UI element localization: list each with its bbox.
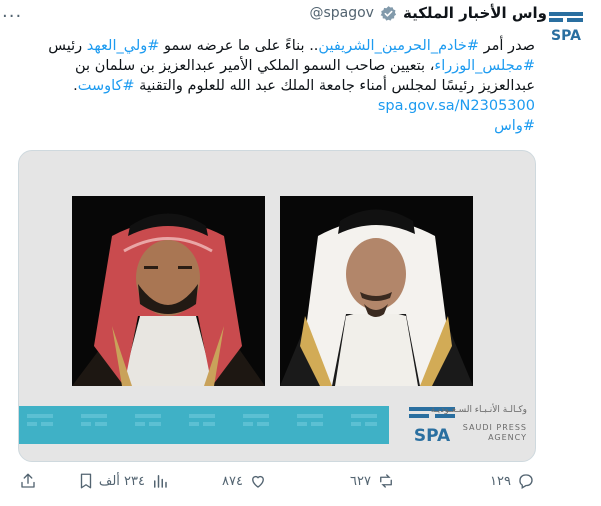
views-icon	[154, 475, 167, 488]
bookmark-icon	[80, 473, 92, 489]
more-options-icon[interactable]: ···	[2, 6, 22, 27]
avatar[interactable]: SPA	[545, 6, 587, 48]
retweet-icon	[380, 474, 392, 488]
like-count: ٨٧٤	[222, 473, 243, 489]
tweet-text-segment: صدر أمر	[479, 38, 535, 54]
views-count: ٢٣٤ ألف	[98, 473, 145, 489]
heart-icon	[252, 475, 264, 488]
tweet-line-1: صدر أمر #خادم_الحرمين_الشريفين.. بناءً ع…	[22, 36, 535, 56]
verified-badge-icon	[380, 5, 397, 21]
tweet-text-segment: .. بناءً على ما عرضه سمو	[159, 38, 319, 54]
share-icon	[21, 473, 35, 488]
tweet-card[interactable]: SPA واس الأخبار الملكية @spagov ··· صدر …	[0, 0, 601, 506]
share-button[interactable]	[19, 472, 37, 490]
hashtag-link[interactable]: #ولي_العهد	[87, 38, 160, 54]
tweet-text-segment: عبدالعزيز رئيسًا لمجلس أمناء جامعة الملك…	[134, 78, 535, 94]
handle[interactable]: @spagov	[309, 5, 374, 21]
tweet-text: صدر أمر #خادم_الحرمين_الشريفين.. بناءً ع…	[22, 36, 535, 136]
retweet-button[interactable]: ٦٢٧	[350, 472, 395, 490]
hashtag-link[interactable]: #خادم_الحرمين_الشريفين	[318, 38, 479, 54]
agency-name-ar: وكـالـة الأنـبـاء السـعـوديـة	[430, 405, 527, 415]
hashtag-link[interactable]: #مجلس_الوزراء	[434, 58, 535, 74]
tweet-link[interactable]: spa.gov.sa/N2305300	[378, 98, 535, 114]
tweet-media-image[interactable]: SPA وكـالـة الأنـبـاء السـعـوديـة SAUDI …	[18, 150, 536, 462]
hashtag-was[interactable]: #واس	[494, 118, 535, 134]
action-bar: ١٢٩ ٦٢٧ ٨٧٤ ٢٣٤ ألف	[18, 472, 535, 494]
svg-text:SPA: SPA	[551, 28, 581, 44]
tweet-text-segment: ، بتعيين صاحب السمو الملكي الأمير عبدالع…	[75, 58, 435, 74]
portrait-king	[280, 196, 473, 386]
portrait-crown-prince	[72, 196, 265, 386]
reply-count: ١٢٩	[490, 473, 511, 489]
spa-logo-icon: SPA	[549, 12, 583, 44]
tweet-line-3: عبدالعزيز رئيسًا لمجلس أمناء جامعة الملك…	[22, 76, 535, 96]
views-button[interactable]: ٢٣٤ ألف	[99, 472, 169, 490]
svg-text:SPA: SPA	[414, 426, 451, 445]
bookmark-button[interactable]	[77, 472, 95, 490]
display-name[interactable]: واس الأخبار الملكية	[403, 4, 547, 22]
agency-name-en: SAUDI PRESS AGENCY	[462, 423, 527, 442]
spa-agency-logo: SPA وكـالـة الأنـبـاء السـعـوديـة SAUDI …	[407, 401, 527, 449]
tweet-line-2: #مجلس_الوزراء، بتعيين صاحب السمو الملكي …	[22, 56, 535, 76]
reply-icon	[519, 474, 533, 489]
tweet-text-segment: رئيس	[48, 38, 87, 54]
banner-pattern	[27, 414, 377, 426]
retweet-count: ٦٢٧	[350, 473, 371, 489]
like-button[interactable]: ٨٧٤	[222, 472, 267, 490]
author-row: واس الأخبار الملكية @spagov	[309, 4, 547, 22]
reply-button[interactable]: ١٢٩	[490, 472, 535, 490]
hashtag-link[interactable]: #كاوست	[78, 78, 135, 94]
